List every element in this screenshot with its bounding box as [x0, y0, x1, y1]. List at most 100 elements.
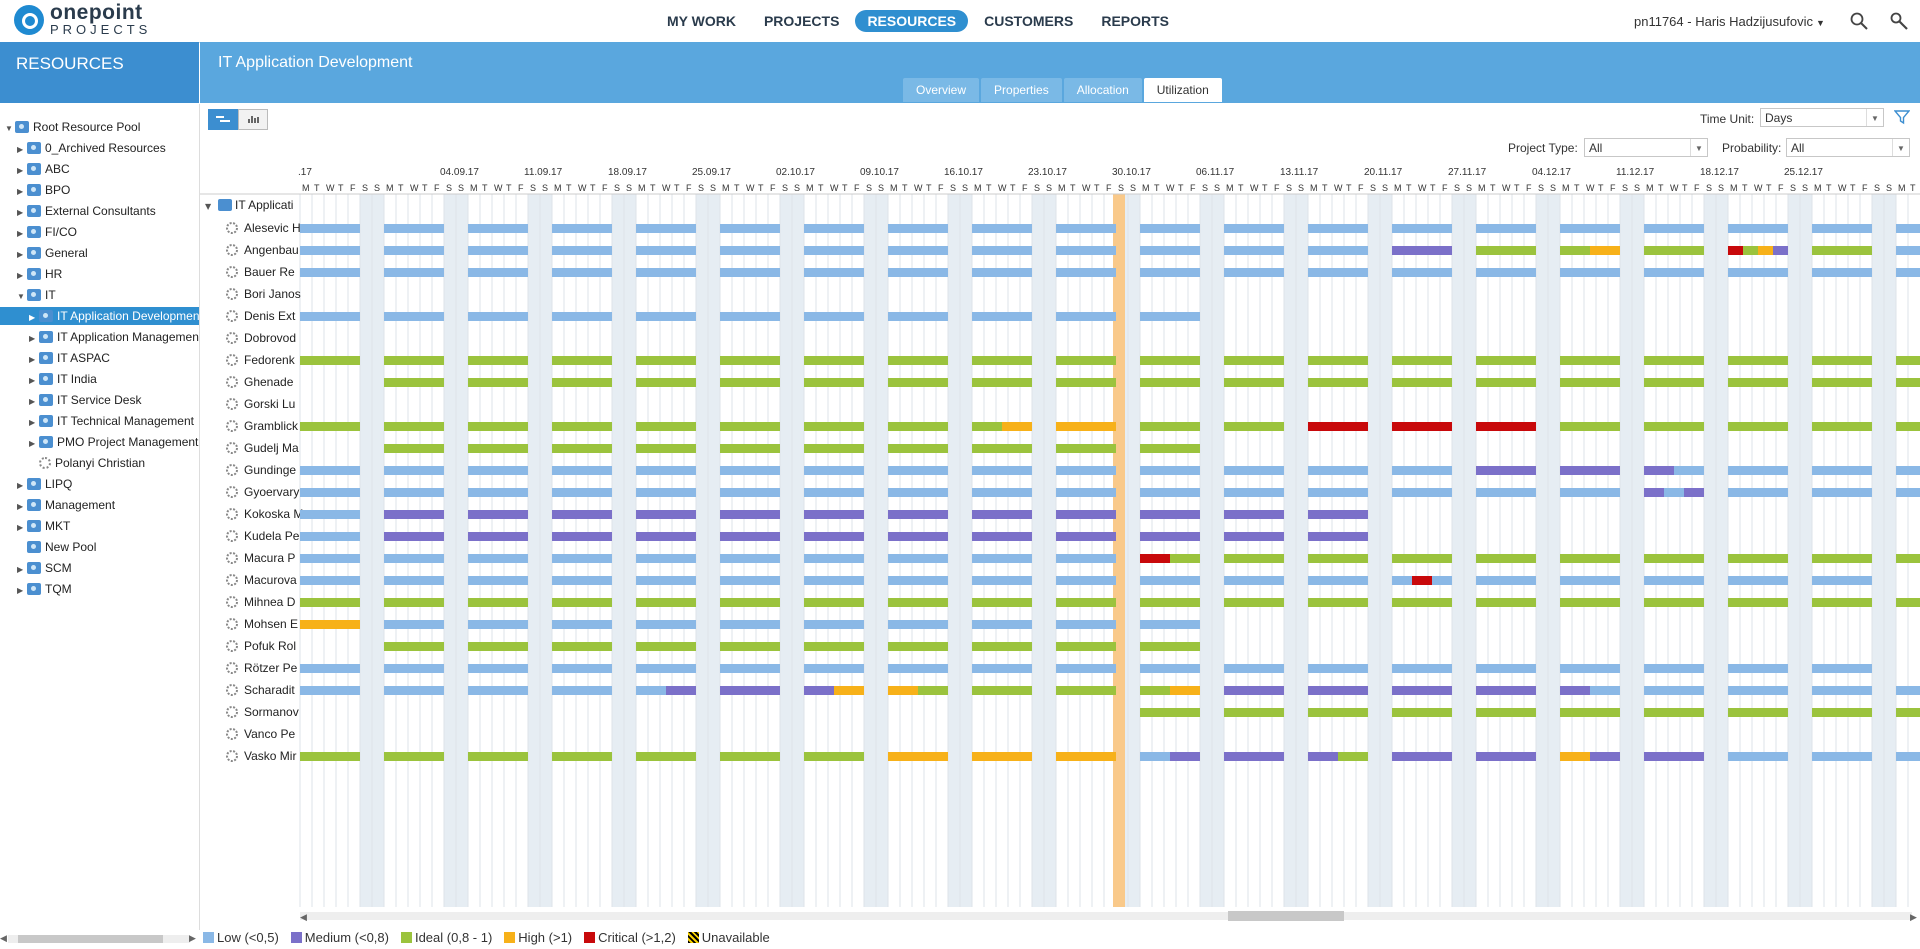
tab-properties[interactable]: Properties [981, 78, 1062, 102]
tree-item[interactable]: ▼ IT [17, 286, 56, 304]
tree-item[interactable]: ▶ IT Technical Management [29, 412, 194, 430]
day-letter: F [1862, 183, 1868, 193]
pool-icon [39, 373, 53, 385]
tree-item[interactable]: ▶ HR [17, 265, 62, 283]
day-letter: S [614, 183, 620, 193]
nav-reports[interactable]: REPORTS [1089, 10, 1181, 32]
histogram-view-button[interactable] [238, 109, 268, 130]
triangle-right-icon[interactable]: ▶ [17, 162, 27, 180]
triangle-right-icon[interactable]: ▶ [17, 561, 27, 579]
triangle-right-icon[interactable]: ▶ [29, 435, 39, 453]
resource-name: Gundinge [244, 463, 296, 477]
tab-utilization[interactable]: Utilization [1143, 78, 1222, 102]
histogram-view-icon [248, 116, 259, 123]
utilization-bar [720, 598, 780, 607]
tree-item[interactable]: ▶ FI/CO [17, 223, 77, 241]
tree-item[interactable]: ▶ IT Application Development [0, 307, 199, 327]
tree-item[interactable]: ▶ IT Application Management [29, 328, 199, 348]
triangle-right-icon[interactable]: ▶ [17, 204, 27, 222]
triangle-down-icon: ▼ [205, 202, 212, 211]
tree-item[interactable]: ▶ IT India [29, 370, 97, 388]
gantt-view-button[interactable] [208, 109, 238, 130]
tree-item[interactable]: ▶ ABC [17, 160, 70, 178]
utilization-bar [468, 510, 528, 519]
tab-overview[interactable]: Overview [903, 78, 980, 102]
tools-icon[interactable] [1890, 12, 1908, 30]
tree-scrollbar[interactable]: ◀ ▶ [0, 932, 199, 946]
triangle-right-icon[interactable]: ▶ [29, 372, 39, 390]
utilization-bar [804, 312, 864, 321]
triangle-right-icon[interactable]: ▶ [17, 519, 27, 537]
scroll-right-icon[interactable]: ▶ [189, 933, 196, 944]
utilization-bar [1728, 686, 1788, 695]
tree-item[interactable]: ▶ BPO [17, 181, 70, 199]
week-label: 11.09.17 [524, 167, 563, 178]
triangle-right-icon[interactable]: ▶ [29, 309, 39, 327]
utilization-bar [972, 532, 1032, 541]
tree-item[interactable]: ▶ SCM [17, 559, 72, 577]
triangle-right-icon[interactable]: ▶ [17, 582, 27, 600]
utilization-bar [720, 488, 780, 497]
triangle-down-icon[interactable]: ▼ [5, 120, 15, 138]
triangle-right-icon[interactable]: ▶ [17, 183, 27, 201]
pool-icon [27, 520, 41, 532]
triangle-right-icon[interactable]: ▶ [17, 246, 27, 264]
nav-my-work[interactable]: MY WORK [655, 10, 748, 32]
tree-item[interactable]: ▶ Management [17, 496, 115, 514]
tree-item[interactable]: ▶ LIPQ [17, 475, 72, 493]
utilization-bar [804, 444, 864, 453]
nav-resources[interactable]: RESOURCES [855, 10, 969, 32]
resource-name: Pofuk Rol [244, 639, 296, 653]
tree-item[interactable]: ▶ IT ASPAC [29, 349, 110, 367]
project-type-select[interactable]: All ▼ [1584, 138, 1708, 157]
search-icon[interactable] [1850, 12, 1868, 30]
tree-item-label: IT Technical Management [57, 414, 194, 428]
triangle-right-icon[interactable]: ▶ [17, 225, 27, 243]
tree-item[interactable]: New Pool [17, 538, 96, 556]
triangle-right-icon[interactable]: ▶ [17, 498, 27, 516]
app-logo[interactable]: onepoint PROJECTS [14, 2, 151, 36]
tree-item[interactable]: ▶ General [17, 244, 88, 262]
nav-projects[interactable]: PROJECTS [752, 10, 851, 32]
tree-item[interactable]: ▶ IT Service Desk [29, 391, 141, 409]
tree-item[interactable]: Polanyi Christian [29, 454, 145, 472]
probability-select[interactable]: All ▼ [1786, 138, 1910, 157]
resource-name: Gramblick [244, 419, 299, 433]
utilization-bar [1644, 466, 1674, 475]
triangle-right-icon[interactable]: ▶ [29, 414, 39, 432]
legend-swatch [290, 932, 302, 943]
tree-item[interactable]: ▼ Root Resource Pool [5, 118, 140, 136]
triangle-right-icon[interactable]: ▶ [29, 330, 39, 348]
tab-allocation[interactable]: Allocation [1063, 78, 1142, 102]
utilization-bar [384, 598, 444, 607]
triangle-down-icon[interactable]: ▼ [17, 288, 27, 306]
tree-item[interactable]: ▶ 0_Archived Resources [17, 139, 166, 157]
utilization-bar [468, 576, 528, 585]
utilization-bar [804, 466, 864, 475]
utilization-bar [384, 686, 444, 695]
tree-item[interactable]: ▶ MKT [17, 517, 70, 535]
triangle-right-icon[interactable]: ▶ [17, 141, 27, 159]
resource-icon [226, 442, 238, 454]
tree-item[interactable]: ▶ PMO Project Management C [29, 433, 199, 453]
utilization-bar [384, 532, 444, 541]
tree-item[interactable]: ▶ External Consultants [17, 202, 156, 220]
triangle-right-icon[interactable]: ▶ [29, 393, 39, 411]
day-letter: F [770, 183, 776, 193]
scroll-left-icon[interactable]: ◀ [0, 933, 7, 944]
time-unit-select[interactable]: Days ▼ [1760, 108, 1884, 127]
probability-label: Probability: [1722, 141, 1782, 155]
utilization-bar [720, 466, 780, 475]
filter-icon[interactable] [1894, 109, 1910, 125]
utilization-bar [468, 686, 528, 695]
utilization-bar [1224, 466, 1284, 475]
utilization-bar [1140, 686, 1170, 695]
tree-scroll-thumb[interactable] [18, 935, 163, 943]
utilization-bar [1056, 246, 1116, 255]
triangle-right-icon[interactable]: ▶ [29, 351, 39, 369]
tree-item[interactable]: ▶ TQM [17, 580, 72, 598]
triangle-right-icon[interactable]: ▶ [17, 267, 27, 285]
triangle-right-icon[interactable]: ▶ [17, 477, 27, 495]
nav-customers[interactable]: CUSTOMERS [972, 10, 1085, 32]
user-menu[interactable]: pn11764 - Haris Hadzijusufovic ▼ [1634, 14, 1825, 29]
